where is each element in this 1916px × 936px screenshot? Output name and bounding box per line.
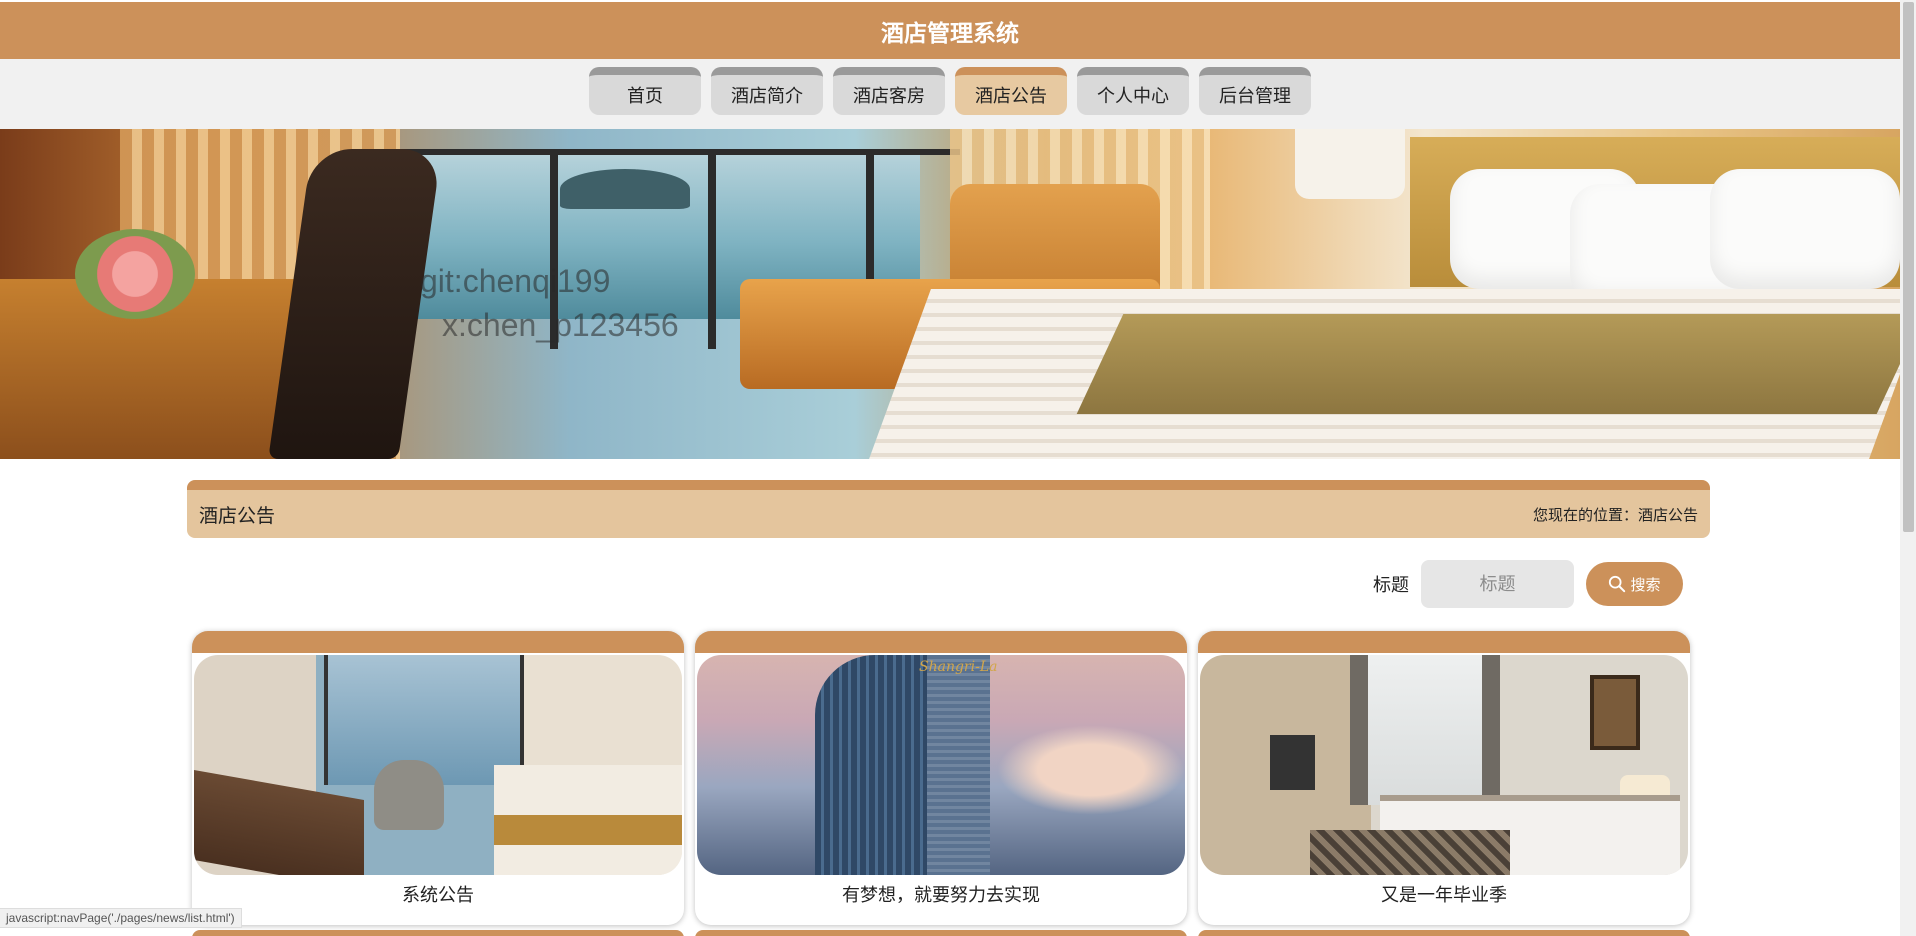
image-chair [374,760,444,830]
nav-item-hotel-rooms[interactable]: 酒店客房 [833,67,945,115]
notice-card-grid: 系统公告 Shangri-La 有梦想，就要努力去实现 又是一年毕业季 [192,631,1690,925]
image-bed-runner [494,815,682,845]
banner-watermark: git:chenqi199 x:chen_p123456 [420,259,679,347]
image-rug [1310,830,1510,875]
notice-card-title[interactable]: 又是一年毕业季 [1200,881,1688,907]
notice-card-image[interactable] [1200,655,1688,875]
notice-card[interactable]: 又是一年毕业季 [1198,631,1690,925]
banner-bed-runner [1076,314,1900,414]
nav-item-hotel-notices[interactable]: 酒店公告 [955,67,1067,115]
nav-item-hotel-intro[interactable]: 酒店简介 [711,67,823,115]
image-cloud [997,725,1185,815]
section-header: 酒店公告 您现在的位置： 酒店公告 [187,480,1710,538]
image-desk [194,770,364,875]
app-title-bar: 酒店管理系统 [0,2,1900,59]
notice-card-image[interactable] [194,655,682,875]
breadcrumb: 您现在的位置： 酒店公告 [1533,504,1698,525]
breadcrumb-current[interactable]: 酒店公告 [1638,504,1698,525]
banner-flowers [75,229,195,319]
scrollbar-thumb[interactable] [1903,2,1914,532]
image-tv [1270,735,1315,790]
search-button[interactable]: 搜索 [1586,562,1683,606]
image-frame [1590,675,1640,750]
banner-pillow [1710,169,1900,289]
watermark-line: git:chenqi199 [420,263,611,299]
notice-card-image[interactable]: Shangri-La [697,655,1185,875]
breadcrumb-prefix: 您现在的位置： [1532,505,1638,524]
notice-card[interactable]: 系统公告 [192,631,684,925]
card-top-edge [695,930,1187,936]
page: 酒店管理系统 首页 酒店简介 酒店客房 酒店公告 个人中心 后台管理 git:c… [0,0,1900,936]
banner-lamp [1295,129,1405,199]
section-title: 酒店公告 [199,504,276,527]
notice-card-title[interactable]: 有梦想，就要努力去实现 [697,881,1185,907]
next-card-row-hint [192,930,1690,936]
image-window [1350,655,1500,805]
notice-card[interactable]: Shangri-La 有梦想，就要努力去实现 [695,631,1187,925]
image-building-sign: Shangri-La [919,659,998,675]
card-top-edge [192,930,684,936]
hero-banner: git:chenqi199 x:chen_p123456 [0,129,1900,459]
search-label: 标题 [1373,575,1409,596]
watermark-line: x:chen_p123456 [442,307,679,343]
image-tower-side [927,655,990,875]
browser-status-bar: javascript:navPage('./pages/news/list.ht… [0,908,242,928]
vertical-scrollbar[interactable] [1900,0,1916,936]
search-bar: 标题 搜索 [1373,560,1683,608]
search-input[interactable] [1421,560,1574,608]
nav-item-admin[interactable]: 后台管理 [1199,67,1311,115]
nav-item-personal-center[interactable]: 个人中心 [1077,67,1189,115]
search-button-label: 搜索 [1630,576,1661,594]
app-title: 酒店管理系统 [881,20,1019,47]
notice-card-title[interactable]: 系统公告 [194,881,682,907]
main-nav: 首页 酒店简介 酒店客房 酒店公告 个人中心 后台管理 [0,59,1900,129]
nav-item-home[interactable]: 首页 [589,67,701,115]
card-top-edge [1198,930,1690,936]
search-icon [1609,575,1626,593]
